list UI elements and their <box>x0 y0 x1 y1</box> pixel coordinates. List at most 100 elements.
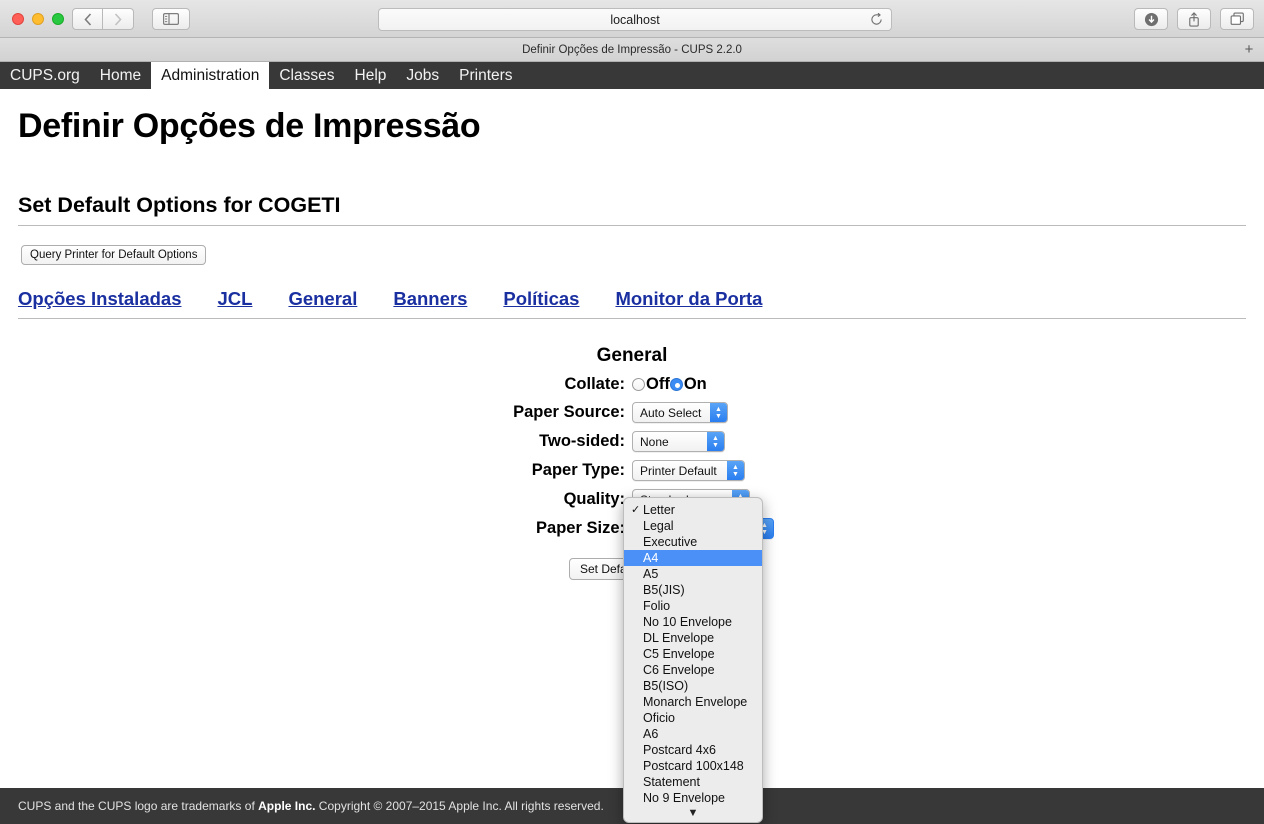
form-heading: General <box>596 345 668 366</box>
show-tabs-icon <box>1230 12 1244 25</box>
tab-opcoes-instaladas[interactable]: Opções Instaladas <box>18 288 181 310</box>
maximize-window-button[interactable] <box>52 13 64 25</box>
menu-item-paper-size[interactable]: Statement <box>624 774 762 790</box>
menu-item-paper-size[interactable]: Postcard 100x148 <box>624 758 762 774</box>
window-controls <box>12 13 64 25</box>
paper-type-select[interactable]: Printer Default ▲ ▼ <box>632 460 745 481</box>
footer-text-after: Copyright © 2007–2015 Apple Inc. All rig… <box>315 799 604 813</box>
nav-item-cups-org[interactable]: CUPS.org <box>0 62 90 89</box>
option-tabs: Opções Instaladas JCL General Banners Po… <box>18 288 1246 319</box>
nav-label: Help <box>354 66 387 84</box>
menu-item-paper-size[interactable]: C5 Envelope <box>624 646 762 662</box>
paper-source-select[interactable]: Auto Select ▲ ▼ <box>632 402 728 423</box>
nav-item-home[interactable]: Home <box>90 62 151 89</box>
nav-item-printers[interactable]: Printers <box>449 62 522 89</box>
two-sided-select[interactable]: None ▲ ▼ <box>632 431 725 452</box>
tab-bar: Definir Opções de Impressão - CUPS 2.2.0… <box>0 38 1264 62</box>
paper-size-dropdown-menu[interactable]: LetterLegalExecutiveA4A5B5(JIS)FolioNo 1… <box>623 497 763 823</box>
collate-off-label: Off <box>646 375 670 393</box>
address-bar[interactable]: localhost <box>378 8 892 31</box>
paper-source-field: Auto Select ▲ ▼ <box>632 402 728 423</box>
chevron-left-icon <box>83 12 91 26</box>
cups-navigation-bar: CUPS.org Home Administration Classes Hel… <box>0 62 1264 89</box>
footer-text-before: CUPS and the CUPS logo are trademarks of <box>18 799 259 813</box>
active-tab-title[interactable]: Definir Opções de Impressão - CUPS 2.2.0 <box>522 44 742 56</box>
share-button[interactable] <box>1177 8 1211 30</box>
footer-apple-inc: Apple Inc. <box>258 799 316 813</box>
nav-label: Administration <box>161 66 260 84</box>
download-icon <box>1144 12 1158 26</box>
menu-item-paper-size[interactable]: Letter <box>624 502 762 518</box>
form-row-two-sided: Two-sided: None ▲ ▼ <box>0 431 1264 452</box>
menu-item-paper-size[interactable]: No 10 Envelope <box>624 614 762 630</box>
menu-item-paper-size[interactable]: Folio <box>624 598 762 614</box>
share-icon <box>1189 11 1199 27</box>
two-sided-label: Two-sided: <box>539 432 625 450</box>
section-title: Set Default Options for COGETI <box>18 193 1246 226</box>
sidebar-toggle-icon <box>163 13 179 25</box>
menu-item-paper-size[interactable]: No 9 Envelope <box>624 790 762 806</box>
menu-item-paper-size[interactable]: B5(JIS) <box>624 582 762 598</box>
chevron-updown-icon: ▲▼ <box>707 432 724 451</box>
downloads-button[interactable] <box>1134 8 1168 30</box>
nav-label: Jobs <box>406 66 440 84</box>
form-row-paper-source: Paper Source: Auto Select ▲ ▼ <box>0 402 1264 423</box>
nav-item-classes[interactable]: Classes <box>269 62 344 89</box>
nav-item-administration[interactable]: Administration <box>151 62 270 89</box>
page-title: Definir Opções de Impressão <box>18 107 481 145</box>
nav-item-help[interactable]: Help <box>345 62 397 89</box>
menu-item-paper-size[interactable]: Legal <box>624 518 762 534</box>
reload-icon <box>871 12 882 25</box>
address-bar-text: localhost <box>610 12 660 27</box>
chevron-updown-icon: ▲▼ <box>710 403 727 422</box>
collate-off-option[interactable]: Off <box>632 375 670 394</box>
menu-item-paper-size[interactable]: Postcard 4x6 <box>624 742 762 758</box>
menu-item-paper-size[interactable]: B5(ISO) <box>624 678 762 694</box>
footer-text: CUPS and the CUPS logo are trademarks of… <box>18 799 604 813</box>
new-tab-button[interactable]: + <box>1240 40 1258 60</box>
minimize-window-button[interactable] <box>32 13 44 25</box>
menu-item-paper-size[interactable]: Oficio <box>624 710 762 726</box>
paper-size-label: Paper Size: <box>536 519 625 537</box>
sidebar-toggle-button[interactable] <box>152 8 190 30</box>
collate-on-label: On <box>683 375 707 393</box>
nav-label: Printers <box>459 66 513 84</box>
tab-politicas[interactable]: Políticas <box>503 288 579 310</box>
paper-type-field: Printer Default ▲ ▼ <box>632 460 745 481</box>
show-tabs-button[interactable] <box>1220 8 1254 30</box>
nav-label: Home <box>99 66 142 84</box>
two-sided-field: None ▲ ▼ <box>632 431 725 452</box>
navigation-buttons <box>72 8 134 30</box>
tab-general[interactable]: General <box>288 288 357 310</box>
paper-type-label: Paper Type: <box>531 461 625 479</box>
paper-type-value: Printer Default <box>640 463 717 478</box>
collate-on-option[interactable]: On <box>669 375 707 394</box>
menu-item-paper-size[interactable]: DL Envelope <box>624 630 762 646</box>
menu-item-paper-size[interactable]: Executive <box>624 534 762 550</box>
nav-item-jobs[interactable]: Jobs <box>396 62 449 89</box>
nav-label: CUPS.org <box>10 66 80 84</box>
collate-label: Collate: <box>564 375 625 393</box>
radio-on-icon[interactable] <box>669 378 683 391</box>
chevron-updown-icon: ▲▼ <box>727 461 744 480</box>
menu-item-paper-size[interactable]: Monarch Envelope <box>624 694 762 710</box>
menu-item-paper-size[interactable]: A4 <box>624 550 762 566</box>
menu-item-paper-size[interactable]: A5 <box>624 566 762 582</box>
reload-button[interactable] <box>870 12 883 29</box>
back-button[interactable] <box>72 8 103 30</box>
form-row-paper-type: Paper Type: Printer Default ▲ ▼ <box>0 460 1264 481</box>
menu-scroll-down-arrow[interactable]: ▼ <box>624 806 762 822</box>
collate-field: Off On <box>632 375 707 394</box>
tab-banners[interactable]: Banners <box>393 288 467 310</box>
menu-item-paper-size[interactable]: A6 <box>624 726 762 742</box>
close-window-button[interactable] <box>12 13 24 25</box>
menu-item-paper-size[interactable]: C6 Envelope <box>624 662 762 678</box>
radio-off-icon[interactable] <box>632 378 645 391</box>
chevron-right-icon <box>114 12 122 26</box>
form-row-collate: Collate: Off On <box>0 375 1264 394</box>
tab-jcl[interactable]: JCL <box>217 288 252 310</box>
paper-source-label: Paper Source: <box>513 403 625 421</box>
tab-monitor-da-porta[interactable]: Monitor da Porta <box>615 288 762 310</box>
forward-button[interactable] <box>103 8 134 30</box>
query-printer-button[interactable]: Query Printer for Default Options <box>21 245 207 265</box>
